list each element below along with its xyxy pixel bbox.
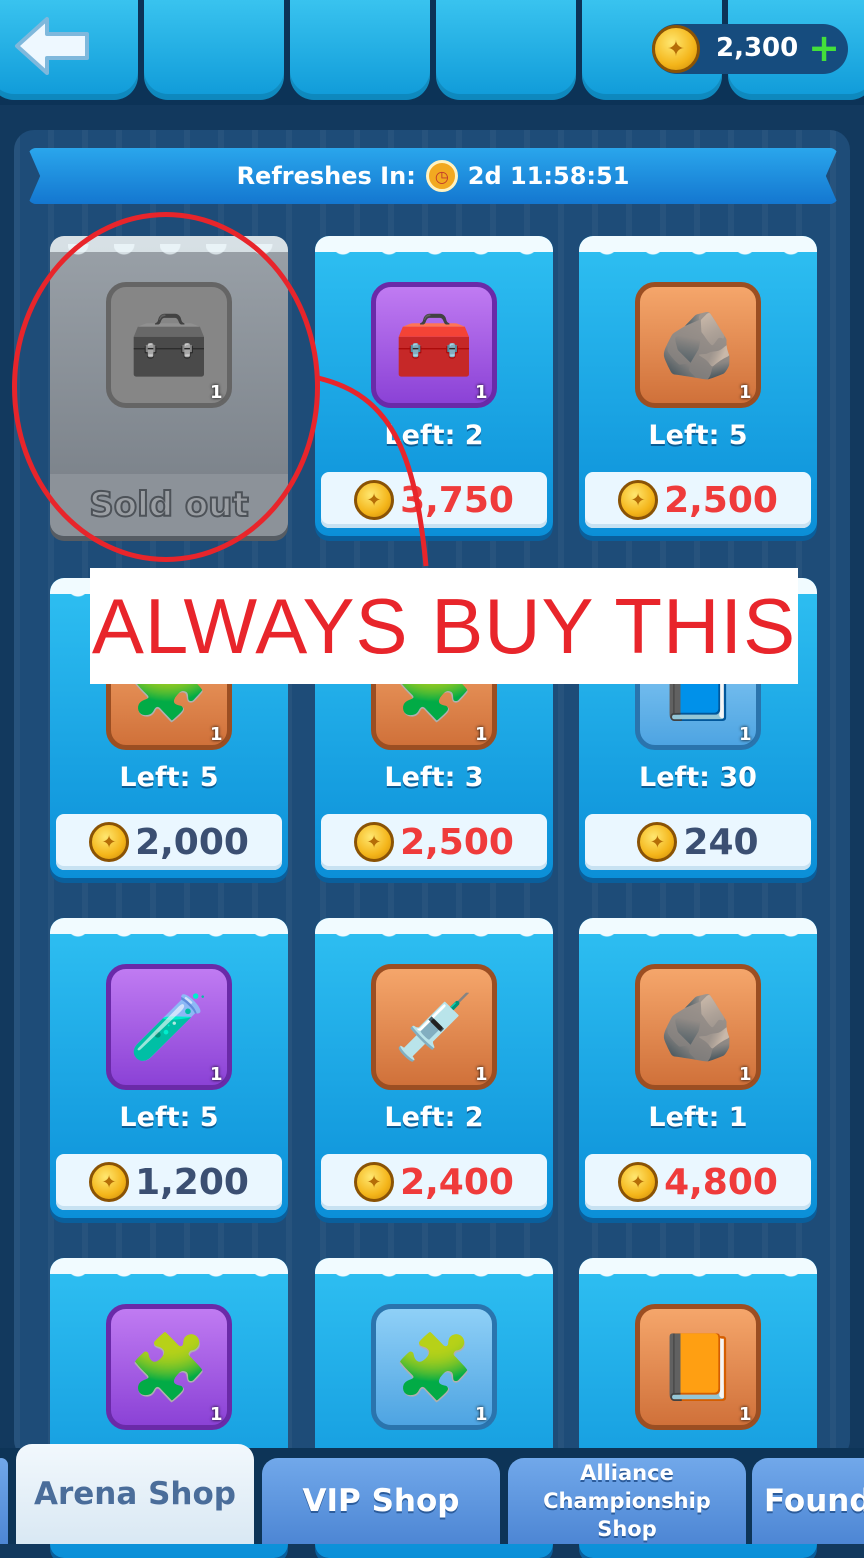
shop-item-card[interactable]: 💉 1 Left: 2 ✦ 2,400: [315, 918, 553, 1218]
refresh-label: Refreshes In:: [236, 162, 416, 190]
item-quantity: 1: [475, 382, 488, 403]
coin-icon: ✦: [618, 1162, 659, 1202]
tab-label: Alliance Championship Shop: [543, 1461, 711, 1541]
stock-remaining: Left: 2: [384, 420, 484, 451]
coin-icon: ✦: [354, 480, 395, 520]
coin-icon: ✦: [89, 822, 130, 862]
coin-icon: ✦: [354, 1162, 395, 1202]
item-quantity: 1: [210, 1064, 223, 1085]
coin-icon: ✦: [618, 480, 659, 520]
sold-out-label: Sold out: [50, 474, 288, 536]
stock-remaining: Left: 30: [639, 762, 757, 793]
item-quantity: 1: [739, 724, 752, 745]
item-quantity: 1: [210, 1404, 223, 1425]
buy-price-button[interactable]: ✦ 2,400: [321, 1154, 547, 1210]
item-price: 2,500: [400, 821, 514, 863]
shop-item-card[interactable]: 🧰 1 Sold out: [50, 236, 288, 536]
shop-item-card[interactable]: 🪨 1 Left: 1 ✦ 4,800: [579, 918, 817, 1218]
back-button[interactable]: [10, 10, 94, 82]
snow-cap-decoration: [579, 1258, 817, 1288]
stock-remaining: Left: 5: [119, 762, 219, 793]
snow-cap-decoration: [315, 236, 553, 266]
stock-remaining: Left: 5: [119, 1102, 219, 1133]
item-quantity: 1: [739, 1404, 752, 1425]
snow-cap-decoration: [315, 918, 553, 948]
item-price: 1,200: [135, 1161, 249, 1203]
item-quantity: 1: [210, 724, 223, 745]
item-quantity: 1: [739, 382, 752, 403]
stock-remaining: Left: 5: [648, 420, 748, 451]
item-price: 2,500: [664, 479, 778, 521]
item-price: 2,400: [400, 1161, 514, 1203]
tab-arena-shop[interactable]: Arena Shop: [16, 1444, 254, 1544]
item-quantity: 1: [210, 382, 223, 403]
buy-price-button[interactable]: ✦ 3,750: [321, 472, 547, 528]
item-quantity: 1: [475, 1064, 488, 1085]
item-quantity: 1: [475, 1404, 488, 1425]
tab-label: Found: [764, 1483, 864, 1519]
coin-icon: ✦: [354, 822, 395, 862]
buy-price-button[interactable]: ✦ 2,000: [56, 814, 282, 870]
annotation-label: ALWAYS BUY THIS: [90, 568, 798, 684]
add-currency-button[interactable]: +: [806, 29, 842, 67]
tab-label: VIP Shop: [302, 1483, 460, 1519]
clock-icon: ◷: [425, 160, 458, 192]
stock-remaining: Left: 1: [648, 1102, 748, 1133]
tab-alliance-championship-shop[interactable]: Alliance Championship Shop: [508, 1458, 746, 1544]
buy-price-button[interactable]: ✦ 2,500: [321, 814, 547, 870]
currency-value: 2,300: [716, 33, 799, 63]
tab-previous[interactable]: [0, 1458, 8, 1544]
snow-cap-decoration: [315, 1258, 553, 1288]
tab-foundation-shop[interactable]: Found: [752, 1458, 864, 1544]
buy-price-button[interactable]: ✦ 4,800: [585, 1154, 811, 1210]
snow-cap-decoration: [579, 236, 817, 266]
item-price: 2,000: [135, 821, 249, 863]
item-price: 3,750: [400, 479, 514, 521]
snow-cap-decoration: [579, 918, 817, 948]
refresh-timer: 2d 11:58:51: [467, 162, 630, 190]
refresh-banner: Refreshes In: ◷ 2d 11:58:51: [28, 148, 838, 204]
stock-remaining: Left: 2: [384, 1102, 484, 1133]
item-quantity: 1: [475, 724, 488, 745]
buy-price-button[interactable]: ✦ 1,200: [56, 1154, 282, 1210]
item-quantity: 1: [739, 1064, 752, 1085]
coin-icon: ✦: [89, 1162, 130, 1202]
coin-icon: ✦: [652, 25, 700, 73]
top-bar: ✦ 2,300 +: [0, 0, 864, 105]
item-price: 240: [683, 821, 759, 863]
shop-item-card[interactable]: 🧰 1 Left: 2 ✦ 3,750: [315, 236, 553, 536]
item-price: 4,800: [664, 1161, 778, 1203]
snow-cap-decoration: [50, 918, 288, 948]
shop-item-card[interactable]: 🪨 1 Left: 5 ✦ 2,500: [579, 236, 817, 536]
shop-item-card[interactable]: 🧪 1 Left: 5 ✦ 1,200: [50, 918, 288, 1218]
tab-vip-shop[interactable]: VIP Shop: [262, 1458, 500, 1544]
currency-display: ✦ 2,300 +: [652, 24, 848, 74]
buy-price-button[interactable]: ✦ 240: [585, 814, 811, 870]
buy-price-button[interactable]: ✦ 2,500: [585, 472, 811, 528]
snow-cap-decoration: [50, 236, 288, 266]
stock-remaining: Left: 3: [384, 762, 484, 793]
back-arrow-icon: [15, 17, 89, 75]
snow-cap-decoration: [50, 1258, 288, 1288]
tab-label: Arena Shop: [34, 1476, 236, 1512]
coin-icon: ✦: [637, 822, 678, 862]
